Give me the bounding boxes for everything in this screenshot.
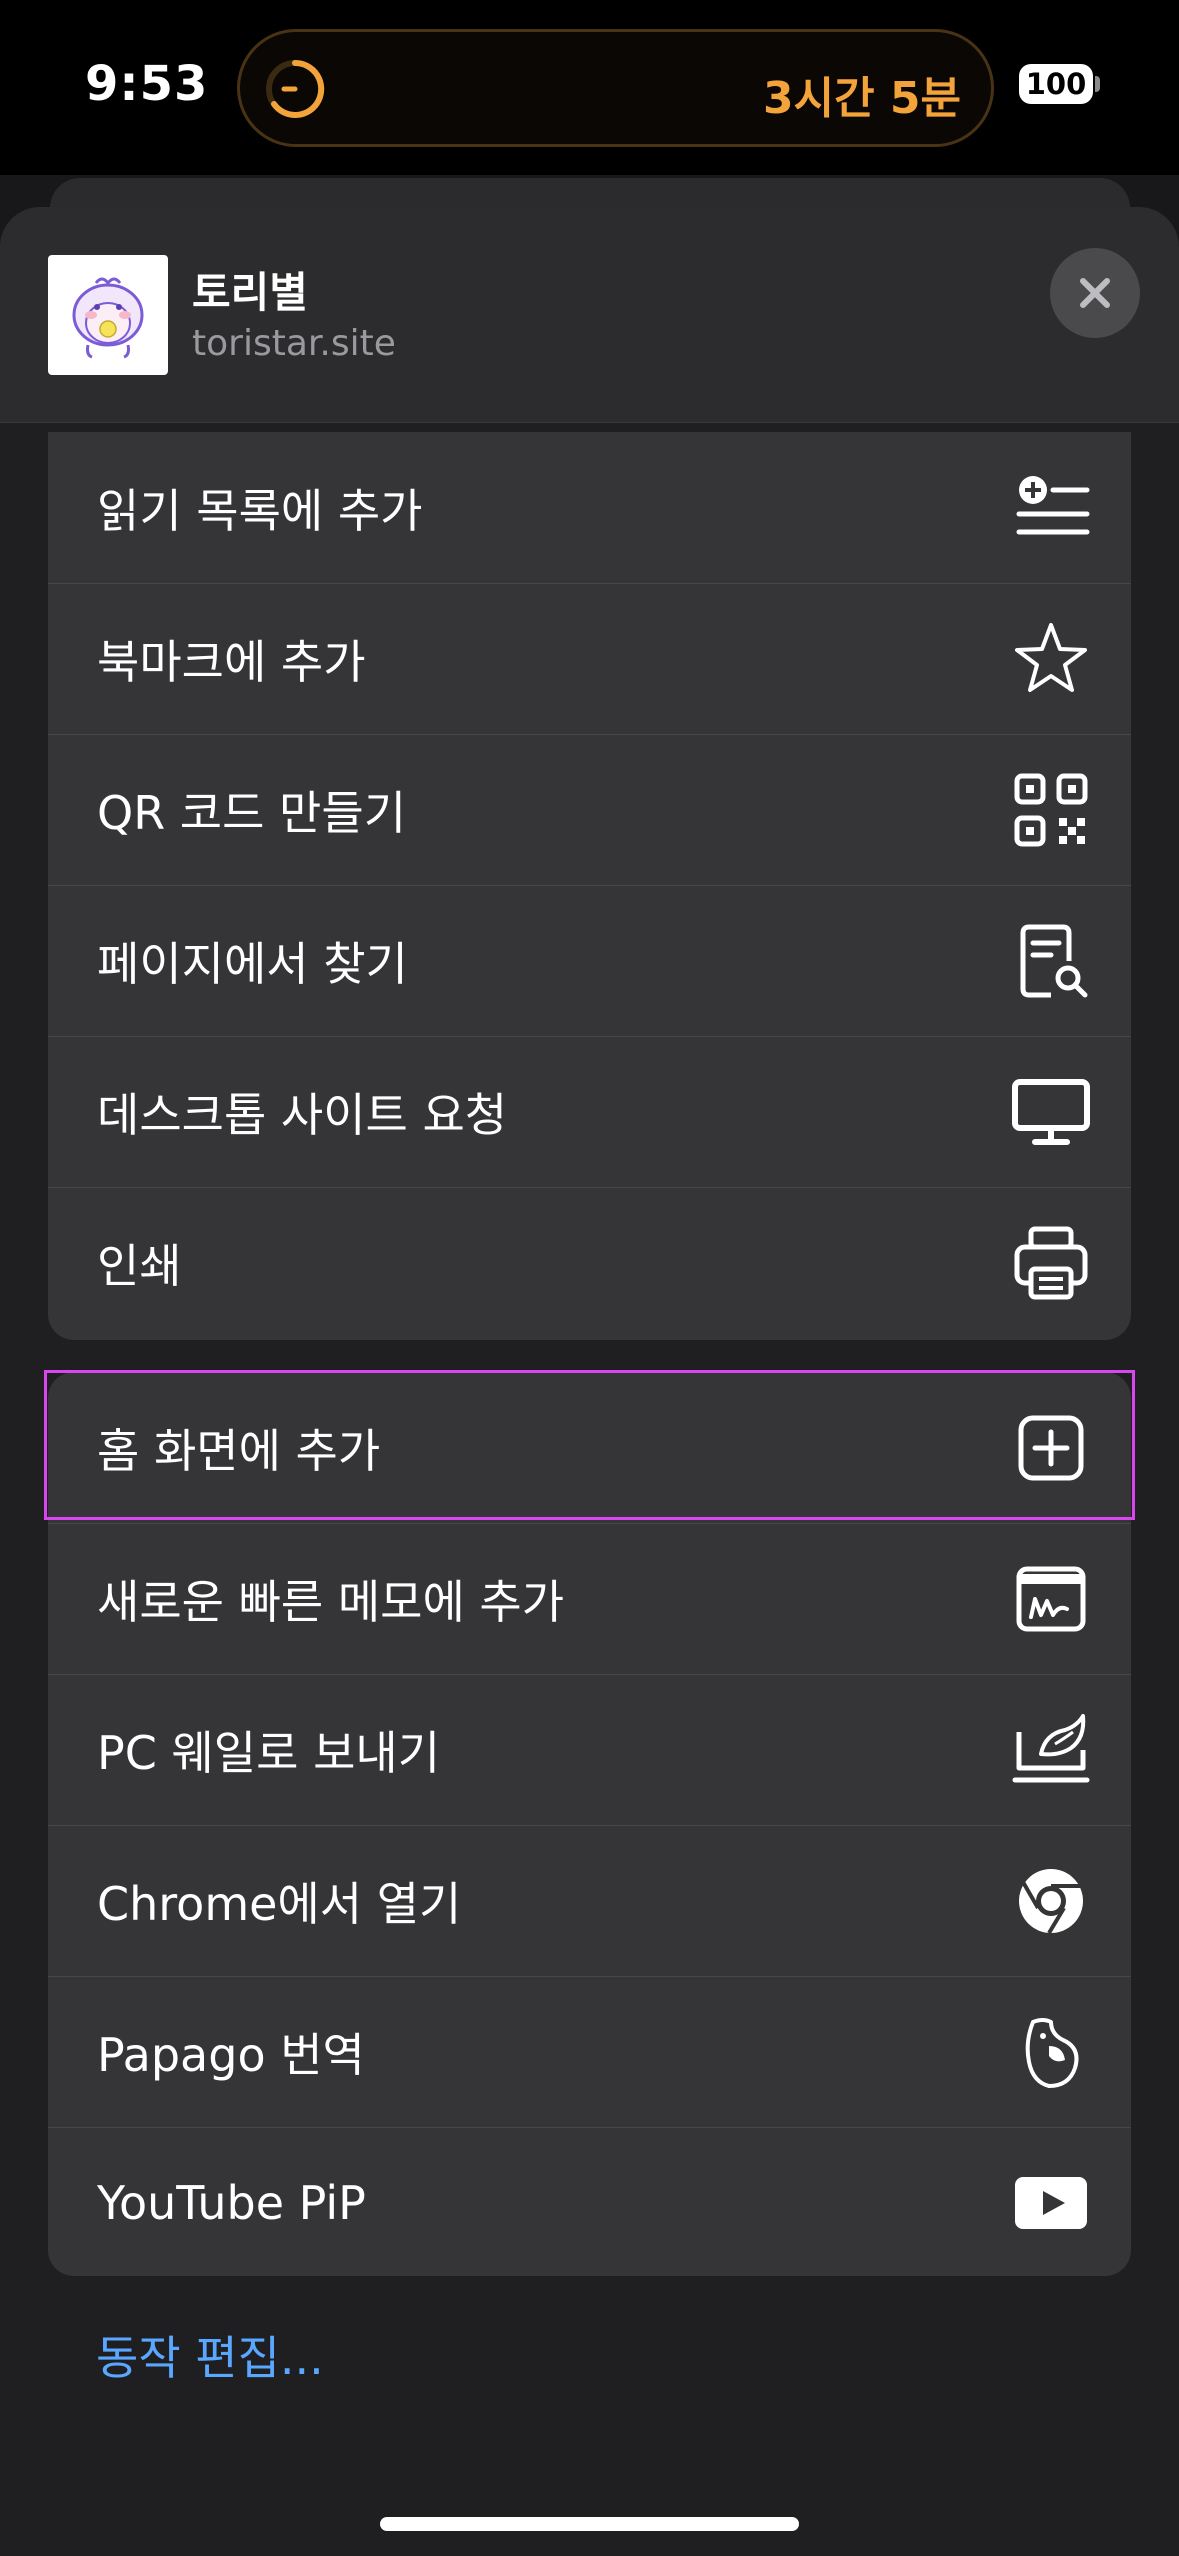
sheet-header: 토리별 toristar.site: [0, 207, 1179, 423]
desktop-icon: [1011, 1072, 1091, 1152]
star-icon: [1011, 619, 1091, 699]
chrome-icon: [1011, 1861, 1091, 1941]
papago-icon: [1011, 2012, 1091, 2092]
action-label: 페이지에서 찾기: [97, 937, 408, 991]
actions-group-primary: 읽기 목록에 추가 북마크에 추가 QR 코드 만들기 페이지에서 찾기 데스크…: [48, 432, 1131, 1340]
action-add-reading-list[interactable]: 읽기 목록에 추가: [48, 432, 1131, 583]
battery-icon: 100: [1019, 64, 1093, 104]
action-papago-translate[interactable]: Papago 번역: [48, 1976, 1131, 2127]
action-add-bookmark[interactable]: 북마크에 추가: [48, 583, 1131, 734]
status-bar: 9:53 3시간 5분 100: [0, 0, 1179, 175]
close-icon: [1080, 278, 1110, 308]
timer-icon: [266, 59, 325, 118]
action-label: QR 코드 만들기: [97, 786, 407, 840]
action-label: Chrome에서 열기: [97, 1877, 462, 1931]
action-youtube-pip[interactable]: YouTube PiP: [48, 2127, 1131, 2276]
action-add-quick-note[interactable]: 새로운 빠른 메모에 추가: [48, 1523, 1131, 1674]
add-square-icon: [1011, 1408, 1091, 1488]
reading-list-icon: [1011, 468, 1091, 548]
battery-level: 100: [1025, 67, 1087, 101]
action-label: 읽기 목록에 추가: [97, 483, 423, 538]
action-label: Papago 번역: [97, 2028, 365, 2082]
qr-code-icon: [1011, 770, 1091, 850]
share-sheet: 토리별 toristar.site 읽기 목록에 추가 북마크에 추가 QR 코…: [0, 207, 1179, 2556]
home-indicator[interactable]: [380, 2517, 799, 2531]
action-find-in-page[interactable]: 페이지에서 찾기: [48, 885, 1131, 1036]
action-label: YouTube PiP: [97, 2176, 366, 2230]
timer-remaining: 3시간 5분: [763, 73, 961, 124]
printer-icon: [1011, 1223, 1091, 1303]
action-label: 인쇄: [97, 1239, 182, 1293]
action-label: PC 웨일로 보내기: [97, 1726, 441, 1780]
site-name: 토리별: [192, 268, 308, 317]
action-label: 데스크톱 사이트 요청: [97, 1088, 508, 1142]
action-send-to-pc-whale[interactable]: PC 웨일로 보내기: [48, 1674, 1131, 1825]
action-label: 홈 화면에 추가: [97, 1423, 381, 1478]
action-open-in-chrome[interactable]: Chrome에서 열기: [48, 1825, 1131, 1976]
quick-note-icon: [1011, 1559, 1091, 1639]
app-logo-icon: [48, 255, 168, 375]
dynamic-island[interactable]: 3시간 5분: [237, 29, 994, 147]
edit-actions-link[interactable]: 동작 편집...: [96, 2322, 324, 2388]
battery-nub: [1095, 76, 1100, 92]
action-add-to-home-screen[interactable]: 홈 화면에 추가: [48, 1372, 1131, 1523]
site-url: toristar.site: [192, 323, 396, 364]
whale-icon: [1011, 1710, 1091, 1790]
action-label: 새로운 빠른 메모에 추가: [97, 1575, 565, 1629]
youtube-icon: [1011, 2163, 1091, 2243]
action-label: 북마크에 추가: [97, 635, 366, 689]
find-in-page-icon: [1011, 921, 1091, 1001]
action-create-qr[interactable]: QR 코드 만들기: [48, 734, 1131, 885]
actions-group-extensions: 홈 화면에 추가 새로운 빠른 메모에 추가 PC 웨일로 보내기 Chrome…: [48, 1372, 1131, 2276]
action-print[interactable]: 인쇄: [48, 1187, 1131, 1338]
close-button[interactable]: [1050, 248, 1140, 338]
clock: 9:53: [85, 56, 209, 112]
action-request-desktop-site[interactable]: 데스크톱 사이트 요청: [48, 1036, 1131, 1187]
